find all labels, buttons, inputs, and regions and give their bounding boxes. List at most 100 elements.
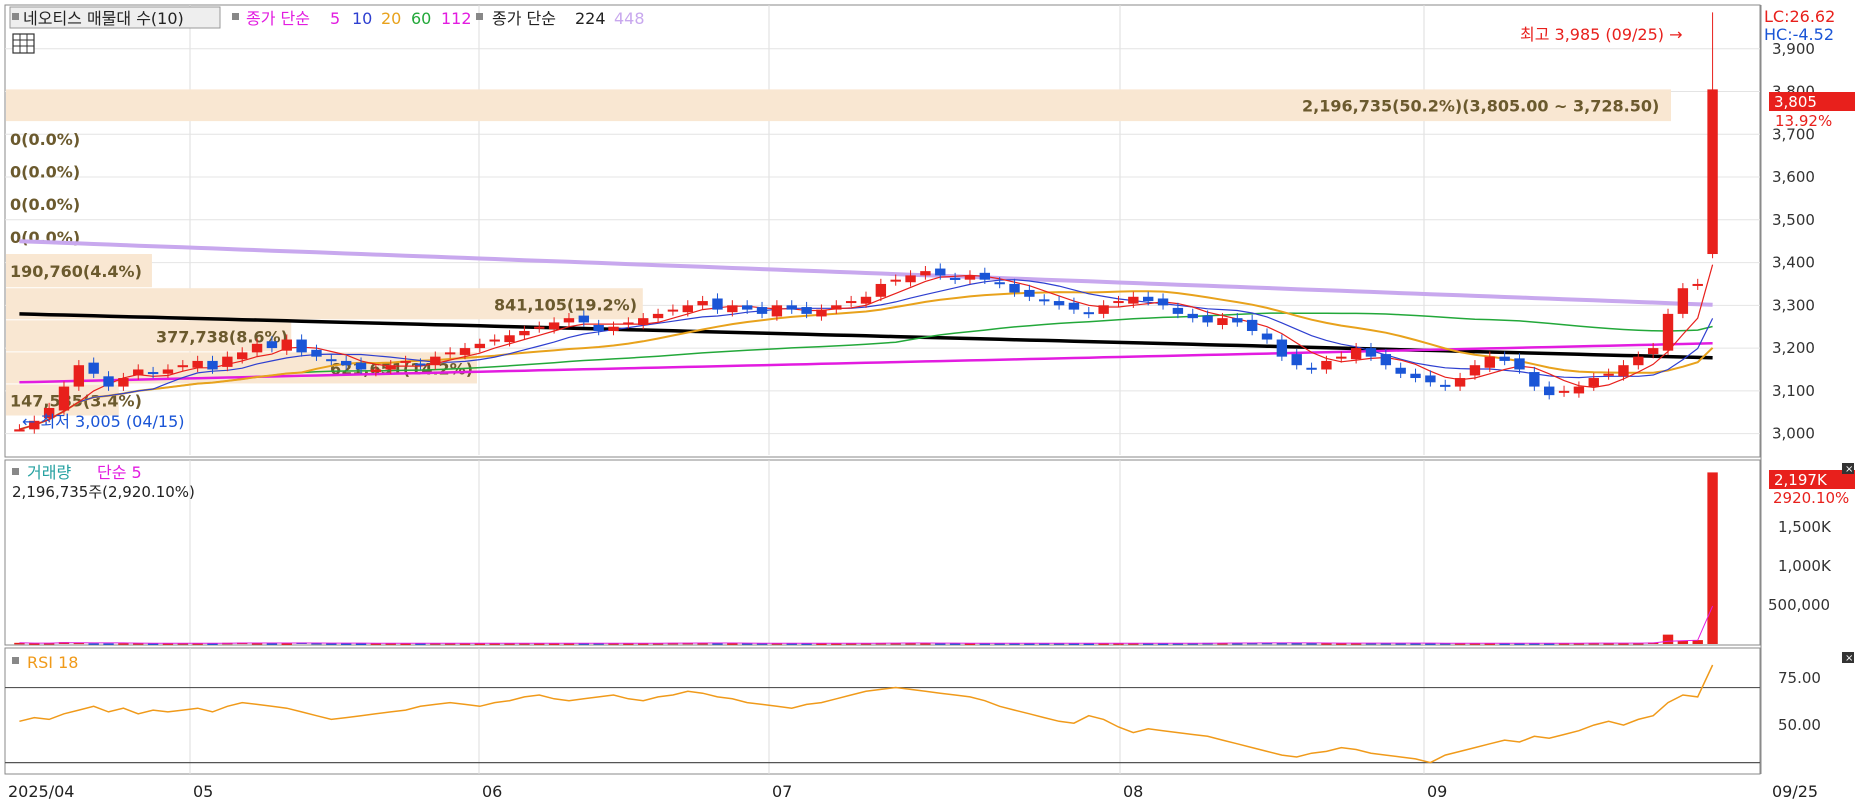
candle-body [58,386,70,411]
volume-tick-label: 500,000 [1768,596,1830,614]
ma112-legend[interactable]: 112 [441,9,472,28]
candle-body [875,283,887,297]
candle-body [1410,373,1421,379]
candle-body [1261,333,1273,340]
candle-body [638,318,649,326]
candle-body [608,326,619,331]
chart-title[interactable]: 네오티스 매물대 수(10) [23,9,184,28]
ma-legend-label[interactable]: 종가 단순 [246,9,310,28]
candle-body [994,282,1005,285]
candle-body [1157,298,1169,306]
candle-body [652,313,664,319]
candle-body [845,301,857,304]
volume-bar [355,643,367,645]
candle-body [905,275,916,283]
volume-profile-label: 841,105(19.2%) [494,295,637,314]
candle-body [1039,299,1050,302]
candle-body [1603,373,1614,376]
candle-body [860,296,872,304]
volume-profile-label: 190,760(4.4%) [10,262,142,281]
candle-body [563,318,575,323]
volume-bar [103,643,114,645]
volume-bar [340,643,352,645]
candle-body [1142,296,1154,302]
candle-body [1469,365,1481,376]
candle-body [1083,312,1094,315]
volume-bar [1662,634,1674,644]
volume-profile-label: 0(0.0%) [10,163,80,182]
candle-body [118,378,129,387]
candle-body [935,268,946,276]
ma20-legend[interactable]: 20 [381,9,401,28]
candle-body [1009,283,1020,293]
ma448-legend[interactable]: 448 [614,9,645,28]
candle-body [1573,386,1585,394]
price-tick-label: 3,400 [1772,254,1815,272]
price-tick-label: 3,300 [1772,296,1815,314]
ma60-legend[interactable]: 60 [411,9,431,28]
ma2-legend-label[interactable]: 종가 단순 [492,9,556,28]
candle-body [578,315,590,323]
candle-body [1024,289,1035,297]
volume-bar [88,643,99,645]
price-axis-ticks: 3,0003,1003,2003,3003,4003,5003,6003,700… [1768,40,1832,734]
candle-body [548,322,560,330]
candle-body [712,298,723,310]
candle-body [326,359,337,362]
lc-value: LC:26.62 [1764,7,1835,26]
rsi-tick-label: 50.00 [1778,716,1821,734]
candle-body [296,339,307,353]
candle-body [147,372,159,375]
ma5-legend[interactable]: 5 [330,9,340,28]
candle-body [1395,367,1406,374]
candle-body [1098,305,1109,314]
legend-bullet [12,13,19,20]
candle-body [1529,372,1540,387]
candle-body [355,362,367,370]
candle-body [1544,386,1555,396]
candle-body [1202,315,1213,323]
candle-body [177,365,188,368]
candle-body [697,301,708,306]
rsi-legend[interactable]: RSI 18 [27,653,78,672]
price-tick-label: 3,600 [1772,168,1815,186]
candle-body [979,272,991,280]
current-change: 13.92% [1775,112,1832,130]
candle-body [1306,367,1317,370]
close-icon[interactable]: × [1842,463,1854,475]
legend-bullet [12,468,19,475]
volume-summary: 2,196,735주(2,920.10%) [12,483,195,501]
table-icon[interactable] [12,33,35,54]
volume-ma-legend[interactable]: 단순 5 [97,463,142,482]
candle-body [1365,348,1377,357]
volume-legend[interactable]: 거래량 [27,463,71,482]
ma10-legend[interactable]: 10 [352,9,372,28]
hc-value: HC:-4.52 [1764,25,1834,44]
candle-body [831,305,842,310]
candle-body [1662,313,1674,351]
candle-body [88,362,99,374]
candle-body [266,341,278,349]
volume-panel[interactable] [4,459,1761,646]
rsi-panel[interactable] [4,647,1761,775]
candle-body [1321,360,1332,370]
candle-body [1217,318,1228,326]
candle-body [1677,288,1689,314]
price-panel[interactable] [4,4,1761,458]
candle-body [222,356,233,367]
volume-tick-label: 1,000K [1778,557,1832,575]
candle-body [1113,301,1124,304]
volume-bar [281,643,292,645]
candle-body [1588,378,1599,387]
candle-body [1128,296,1139,304]
candle-body [370,369,382,373]
svg-text:×: × [1845,653,1853,664]
candle-body [623,322,634,325]
ma224-legend[interactable]: 224 [575,9,606,28]
candle-body [430,356,441,366]
volume-current-pct: 2920.10% [1773,489,1849,507]
candle-body [444,352,456,355]
candle-body [1187,313,1198,319]
stock-chart[interactable]: 2,196,735(50.2%)(3,805.00 ~ 3,728.50) 0(0… [0,0,1859,806]
close-icon[interactable]: × [1842,652,1854,664]
